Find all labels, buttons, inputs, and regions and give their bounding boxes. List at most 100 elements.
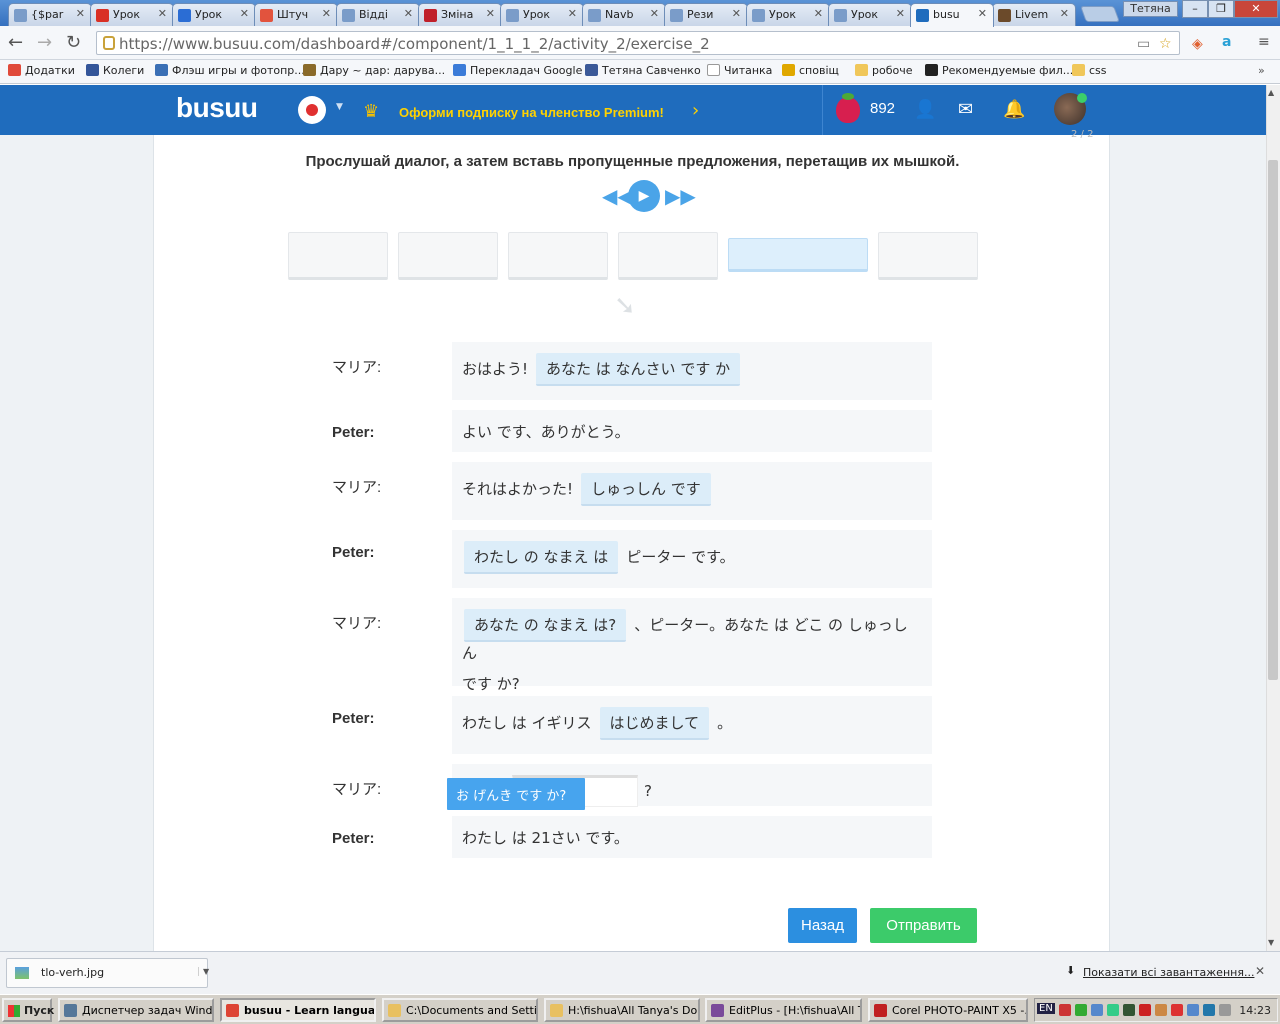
bookmark-item[interactable]: сповіщ: [782, 64, 839, 77]
tab[interactable]: Урок ✕: [90, 3, 174, 26]
answer-slot[interactable]: [398, 232, 498, 280]
extension-icon[interactable]: ◈: [1192, 36, 1203, 52]
show-all-downloads-link[interactable]: Показати всі завантаження...: [1083, 966, 1254, 979]
new-tab-button[interactable]: [1080, 6, 1120, 22]
bookmark-item[interactable]: css: [1072, 64, 1107, 77]
bell-icon[interactable]: 🔔: [1003, 99, 1025, 120]
close-icon[interactable]: ✕: [1255, 964, 1265, 978]
busuu-logo[interactable]: busuu: [176, 92, 258, 124]
answer-slot[interactable]: [288, 232, 388, 280]
answer-slot-highlighted[interactable]: [728, 238, 868, 272]
answer-chip[interactable]: わたし の なまえ は: [464, 541, 619, 574]
bookmark-item[interactable]: Флэш игры и фотопр...: [155, 64, 305, 77]
tab[interactable]: Navb ✕: [582, 3, 666, 26]
forward-arrow-icon[interactable]: →: [37, 32, 52, 53]
download-item[interactable]: tlo-verh.jpg ▼: [6, 958, 209, 988]
close-tab-icon[interactable]: ✕: [76, 7, 85, 20]
tab[interactable]: Урок ✕: [500, 3, 584, 26]
close-tab-icon[interactable]: ✕: [158, 7, 167, 20]
tab[interactable]: Урок ✕: [172, 3, 256, 26]
cast-icon[interactable]: ▭: [1137, 36, 1150, 52]
app-tray-icon[interactable]: [1219, 1004, 1231, 1016]
bookmark-item[interactable]: Колеги: [86, 64, 144, 77]
answer-slot[interactable]: [508, 232, 608, 280]
bookmark-item[interactable]: Додатки: [8, 64, 75, 77]
close-tab-icon[interactable]: ✕: [322, 7, 331, 20]
tab[interactable]: Змінa ✕: [418, 3, 502, 26]
tab[interactable]: Урок ✕: [828, 3, 912, 26]
network-icon[interactable]: [1091, 1004, 1103, 1016]
profile-icon[interactable]: 👤: [914, 99, 936, 120]
tab[interactable]: busu ✕: [910, 3, 994, 27]
scroll-up-icon[interactable]: ▲: [1268, 88, 1274, 97]
chevron-right-icon[interactable]: ›: [692, 100, 699, 121]
tab[interactable]: {$par ✕: [8, 3, 92, 26]
fast-forward-icon[interactable]: ▶▶: [665, 184, 696, 208]
reload-icon[interactable]: ↻: [66, 32, 81, 53]
chevron-down-icon[interactable]: ▼: [336, 102, 343, 112]
premium-link[interactable]: Оформи подписку на членство Premium!: [399, 105, 664, 120]
play-button[interactable]: ▶: [628, 180, 660, 212]
app-tray-icon[interactable]: [1203, 1004, 1215, 1016]
torrent-icon[interactable]: [1075, 1004, 1087, 1016]
taskbar-button[interactable]: C:\Documents and Setti...: [382, 998, 538, 1022]
tab[interactable]: Штуч ✕: [254, 3, 338, 26]
bookmark-item[interactable]: Рекомендуемые фил...: [925, 64, 1073, 77]
antivirus-icon[interactable]: [1059, 1004, 1071, 1016]
close-tab-icon[interactable]: ✕: [732, 7, 741, 20]
language-indicator[interactable]: EN: [1037, 1003, 1055, 1014]
close-tab-icon[interactable]: ✕: [568, 7, 577, 20]
back-button[interactable]: Назад: [788, 908, 857, 943]
skype-icon[interactable]: [1107, 1004, 1119, 1016]
more-bookmarks-icon[interactable]: »: [1258, 64, 1265, 77]
app-tray-icon[interactable]: [1187, 1004, 1199, 1016]
close-tab-icon[interactable]: ✕: [650, 7, 659, 20]
scrollbar-thumb[interactable]: [1268, 160, 1278, 680]
chevron-down-icon[interactable]: ▼: [198, 967, 209, 976]
bookmark-item[interactable]: робоче: [855, 64, 913, 77]
dragged-answer-chip[interactable]: お げんき です か?: [447, 778, 585, 810]
taskbar-button[interactable]: busuu - Learn langua...: [220, 998, 376, 1022]
answer-chip[interactable]: あなた は なんさい です か: [536, 353, 741, 386]
scroll-down-icon[interactable]: ▼: [1268, 938, 1274, 947]
close-window-button[interactable]: ✕: [1234, 0, 1278, 18]
close-tab-icon[interactable]: ✕: [978, 7, 987, 20]
volume-icon[interactable]: [1155, 1004, 1167, 1016]
app-tray-icon[interactable]: [1123, 1004, 1135, 1016]
start-button[interactable]: Пуск: [2, 998, 54, 1022]
close-tab-icon[interactable]: ✕: [240, 7, 249, 20]
answer-chip[interactable]: しゅっしん です: [581, 473, 711, 506]
tab[interactable]: Рези ✕: [664, 3, 748, 26]
tab[interactable]: Livem ✕: [992, 3, 1076, 26]
close-tab-icon[interactable]: ✕: [814, 7, 823, 20]
close-tab-icon[interactable]: ✕: [404, 7, 413, 20]
mail-icon[interactable]: ✉: [958, 99, 973, 120]
profile-button[interactable]: Тетяна: [1123, 1, 1178, 17]
japan-flag-icon[interactable]: [298, 96, 326, 124]
acrobat-icon[interactable]: [1139, 1004, 1151, 1016]
close-tab-icon[interactable]: ✕: [1060, 7, 1069, 20]
tab[interactable]: Урок ✕: [746, 3, 830, 26]
minimize-button[interactable]: –: [1182, 0, 1208, 18]
tab[interactable]: Відді ✕: [336, 3, 420, 26]
bookmark-item[interactable]: Читанка: [707, 64, 772, 77]
close-tab-icon[interactable]: ✕: [896, 7, 905, 20]
taskbar-button[interactable]: Corel PHOTO-PAINT X5 -...: [868, 998, 1028, 1022]
answer-chip[interactable]: あなた の なまえ は?: [464, 609, 627, 642]
answer-slot[interactable]: [878, 232, 978, 280]
taskbar-button[interactable]: Диспетчер задач Wind...: [58, 998, 214, 1022]
bookmark-item[interactable]: Тетяна Савченко: [585, 64, 701, 77]
translate-extension-icon[interactable]: a: [1222, 34, 1231, 50]
menu-icon[interactable]: ≡: [1258, 34, 1270, 50]
answer-slot[interactable]: [618, 232, 718, 280]
taskbar-button[interactable]: EditPlus - [H:\fishua\All T...: [705, 998, 862, 1022]
restore-button[interactable]: ❐: [1208, 0, 1234, 18]
address-bar[interactable]: https://www.busuu.com/dashboard#/compone…: [96, 31, 1180, 55]
bookmark-item[interactable]: Перекладач Google: [453, 64, 582, 77]
answer-chip[interactable]: はじめまして: [599, 707, 710, 740]
close-tab-icon[interactable]: ✕: [486, 7, 495, 20]
taskbar-button[interactable]: H:\fishua\All Tanya's Do...: [544, 998, 700, 1022]
submit-button[interactable]: Отправить: [870, 908, 977, 943]
bookmark-star-icon[interactable]: ☆: [1159, 36, 1172, 52]
bookmark-item[interactable]: Дару ~ дар: дарува...: [303, 64, 445, 77]
